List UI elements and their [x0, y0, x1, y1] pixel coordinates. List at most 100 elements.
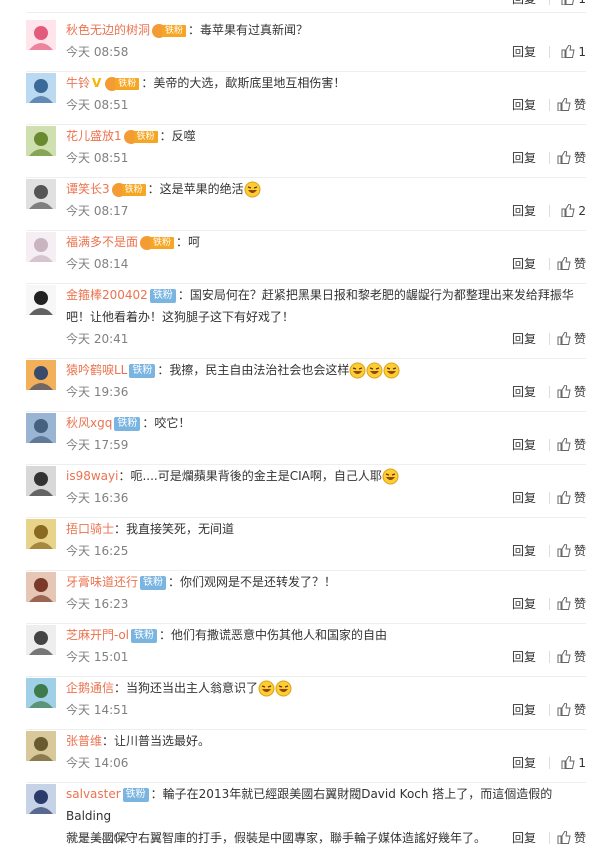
reply-button[interactable]: 回复	[512, 329, 536, 349]
timestamp: 今天 08:14	[66, 257, 129, 271]
username-link[interactable]: 牙膏味道还行	[66, 575, 138, 589]
previous-comment-stub: 回复 1	[0, 0, 611, 13]
thumbs-up-icon	[557, 150, 571, 165]
comment-item: 张普维：让川普当选最好。 今天 14:06 回复 1	[26, 731, 586, 783]
username-link[interactable]: 张普维	[66, 734, 102, 748]
username-link[interactable]: 牛铃	[66, 76, 90, 90]
iron-fan-badge[interactable]: 铁粉	[140, 235, 175, 250]
reply-button[interactable]: 回复	[512, 647, 536, 667]
reply-button[interactable]: 回复	[512, 42, 536, 62]
avatar[interactable]	[26, 73, 56, 103]
username-link[interactable]: 秋色无边的树洞	[66, 23, 150, 37]
avatar[interactable]	[26, 20, 56, 50]
reply-button[interactable]: 回复	[512, 753, 536, 773]
divider	[549, 832, 550, 844]
avatar[interactable]	[26, 179, 56, 209]
reply-button[interactable]: 回复	[512, 488, 536, 508]
like-button[interactable]: 赞	[552, 594, 586, 614]
username-link[interactable]: 猿吟鹤唳LL	[66, 363, 127, 377]
avatar[interactable]	[26, 360, 56, 390]
avatar[interactable]	[26, 731, 56, 761]
like-button[interactable]: 赞	[552, 382, 586, 402]
iron-fan-badge[interactable]: 铁粉	[111, 182, 146, 197]
iron-fan-badge[interactable]: 铁粉	[105, 76, 140, 91]
username-link[interactable]: 福满多不是面	[66, 235, 138, 249]
thumbs-up-icon	[557, 543, 571, 558]
comment-text: ：美帝的大选，歃斯底里地互相伤害！	[141, 76, 346, 90]
comment-meta: 今天 16:23 回复 赞	[66, 594, 586, 614]
reply-button[interactable]: 回复	[512, 254, 536, 274]
like-count: 1	[578, 0, 586, 6]
avatar[interactable]	[26, 413, 56, 443]
comment-item: 金箍棒200402 铁粉 ：国安局何在？赶紧把黑果日报和黎老肥的龌龊行为都整理出来发…	[26, 285, 586, 359]
reply-button[interactable]: 回复	[512, 148, 536, 168]
like-button[interactable]: 1	[552, 753, 586, 773]
reply-button[interactable]: 回复	[512, 594, 536, 614]
like-button[interactable]: 赞	[552, 435, 586, 455]
iron-fan-badge[interactable]: 铁粉	[140, 575, 167, 590]
avatar[interactable]	[26, 784, 56, 814]
iron-fan-badge[interactable]: 铁粉	[114, 416, 141, 431]
reply-button[interactable]: 回复	[512, 95, 536, 115]
reply-button[interactable]: 回复	[512, 435, 536, 455]
like-button[interactable]: 1	[552, 42, 586, 62]
laugh-emoji-icon	[258, 680, 275, 697]
iron-fan-badge[interactable]: 铁粉	[149, 288, 176, 303]
comment-text-block: 牙膏味道还行 铁粉 ：你们观网是不是还转发了？！	[66, 571, 586, 593]
avatar[interactable]	[26, 572, 56, 602]
comment-meta: 今天 08:14 回复 赞	[66, 254, 586, 274]
avatar[interactable]	[26, 678, 56, 708]
comment-actions: 回复 赞	[466, 647, 586, 667]
avatar[interactable]	[26, 232, 56, 262]
iron-fan-badge[interactable]: 铁粉	[122, 787, 149, 802]
username-link[interactable]: 企鹅通信	[66, 681, 114, 695]
username-link[interactable]: 秋风xgq	[66, 416, 112, 430]
comment-meta: 今天 14:02 回复 赞	[66, 828, 586, 848]
like-button[interactable]: 赞	[552, 828, 586, 848]
like-button[interactable]: 1	[552, 0, 586, 9]
avatar[interactable]	[26, 519, 56, 549]
iron-fan-badge[interactable]: 铁粉	[152, 23, 187, 38]
like-button[interactable]: 2	[552, 201, 586, 221]
comment-meta: 今天 08:51 回复 赞	[66, 148, 586, 168]
like-count: 1	[578, 45, 586, 59]
reply-button[interactable]: 回复	[512, 382, 536, 402]
reply-button[interactable]: 回复	[512, 700, 536, 720]
reply-button[interactable]: 回复	[512, 541, 536, 561]
reply-button[interactable]: 回复	[512, 0, 536, 9]
laugh-emoji-icon	[244, 181, 261, 198]
comment-meta: 今天 15:01 回复 赞	[66, 647, 586, 667]
username-link[interactable]: 捂口骑士	[66, 522, 114, 536]
comment-text-block: 花儿盛放1 铁粉 ：反噬	[66, 125, 586, 147]
reply-button[interactable]: 回复	[512, 828, 536, 848]
like-button[interactable]: 赞	[552, 254, 586, 274]
like-button[interactable]: 赞	[552, 700, 586, 720]
divider	[549, 258, 550, 270]
avatar[interactable]	[26, 285, 56, 315]
iron-fan-badge[interactable]: 铁粉	[129, 363, 156, 378]
comment-item: 福满多不是面 铁粉 ：呵 今天 08:14 回复 赞	[26, 232, 586, 284]
comment-item: 企鹅通信：当狗还当出主人翁意识了 今天 14:51 回复 赞	[26, 678, 586, 730]
reply-button[interactable]: 回复	[512, 201, 536, 221]
iron-fan-badge[interactable]: 铁粉	[123, 129, 158, 144]
username-link[interactable]: 芝麻开門-ol	[66, 628, 129, 642]
avatar[interactable]	[26, 126, 56, 156]
like-button[interactable]: 赞	[552, 647, 586, 667]
timestamp: 今天 14:02	[66, 831, 129, 845]
like-label: 赞	[573, 544, 586, 558]
like-label: 赞	[573, 438, 586, 452]
comment-item: 牙膏味道还行 铁粉 ：你们观网是不是还转发了？！ 今天 16:23 回复 赞	[26, 572, 586, 624]
username-link[interactable]: 谭笑长3	[66, 182, 110, 196]
like-button[interactable]: 赞	[552, 488, 586, 508]
avatar[interactable]	[26, 466, 56, 496]
username-link[interactable]: 花儿盛放1	[66, 129, 122, 143]
like-button[interactable]: 赞	[552, 148, 586, 168]
like-button[interactable]: 赞	[552, 541, 586, 561]
username-link[interactable]: 金箍棒200402	[66, 288, 148, 302]
avatar[interactable]	[26, 625, 56, 655]
username-link[interactable]: salvaster	[66, 787, 121, 801]
like-button[interactable]: 赞	[552, 329, 586, 349]
iron-fan-badge[interactable]: 铁粉	[131, 628, 158, 643]
username-link[interactable]: is98wayi	[66, 469, 118, 483]
like-button[interactable]: 赞	[552, 95, 586, 115]
